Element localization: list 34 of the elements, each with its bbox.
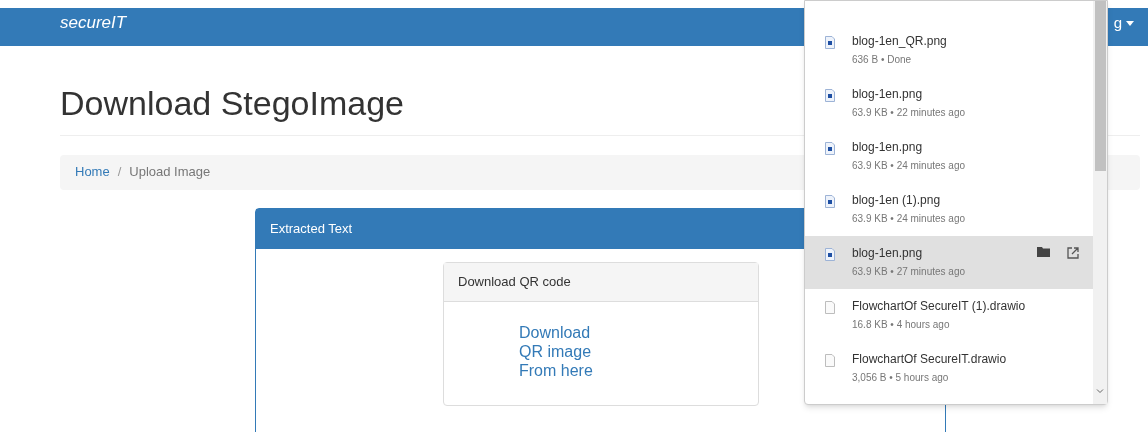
breadcrumb-current: Upload Image — [129, 163, 211, 182]
file-info: 63.9 KB • 27 minutes ago — [852, 265, 967, 279]
file-name: FlowchartOf SecureIT.drawio — [852, 351, 1008, 368]
image-file-icon — [825, 248, 835, 261]
image-file-icon — [825, 195, 835, 208]
scrollbar[interactable] — [1093, 1, 1107, 404]
open-external-icon[interactable] — [1067, 247, 1079, 259]
file-info: 3,056 B • 5 hours ago — [852, 371, 950, 385]
file-name: blog-1en.png — [852, 245, 924, 262]
file-name: FlowchartOf SecureIT (1).drawio — [852, 298, 1027, 315]
file-info: 63.9 KB • 22 minutes ago — [852, 106, 967, 120]
user-menu[interactable]: g — [1113, 11, 1134, 35]
file-info: 636 B • Done — [852, 53, 913, 67]
image-file-icon — [825, 142, 835, 155]
breadcrumb-link[interactable]: Home — [75, 162, 110, 182]
download-qr-link[interactable]: Download QR image From here — [519, 322, 619, 380]
download-item[interactable]: blog-1en.png 63.9 KB • 27 minutes ago — [805, 236, 1093, 289]
image-file-icon — [825, 89, 835, 102]
file-name: blog-1en (1).png — [852, 192, 942, 209]
breadcrumb-separator: / — [117, 163, 122, 182]
file-name: blog-1en.png — [852, 86, 924, 103]
file-info: 63.9 KB • 24 minutes ago — [852, 212, 967, 226]
qr-panel-title: Download QR code — [458, 272, 571, 291]
brand-link[interactable]: secureIT — [60, 10, 127, 36]
file-info: 63.9 KB • 24 minutes ago — [852, 159, 967, 173]
file-name: blog-1en.png — [852, 139, 924, 156]
panel-title: Extracted Text — [270, 219, 353, 238]
file-info: 16.8 KB • 4 hours ago — [852, 318, 951, 332]
folder-icon[interactable] — [1037, 247, 1050, 257]
image-file-icon — [825, 36, 835, 49]
file-icon — [825, 354, 835, 367]
file-name: blog-1en_QR.png — [852, 33, 948, 50]
caret-icon — [1126, 20, 1134, 26]
file-icon — [825, 301, 835, 314]
